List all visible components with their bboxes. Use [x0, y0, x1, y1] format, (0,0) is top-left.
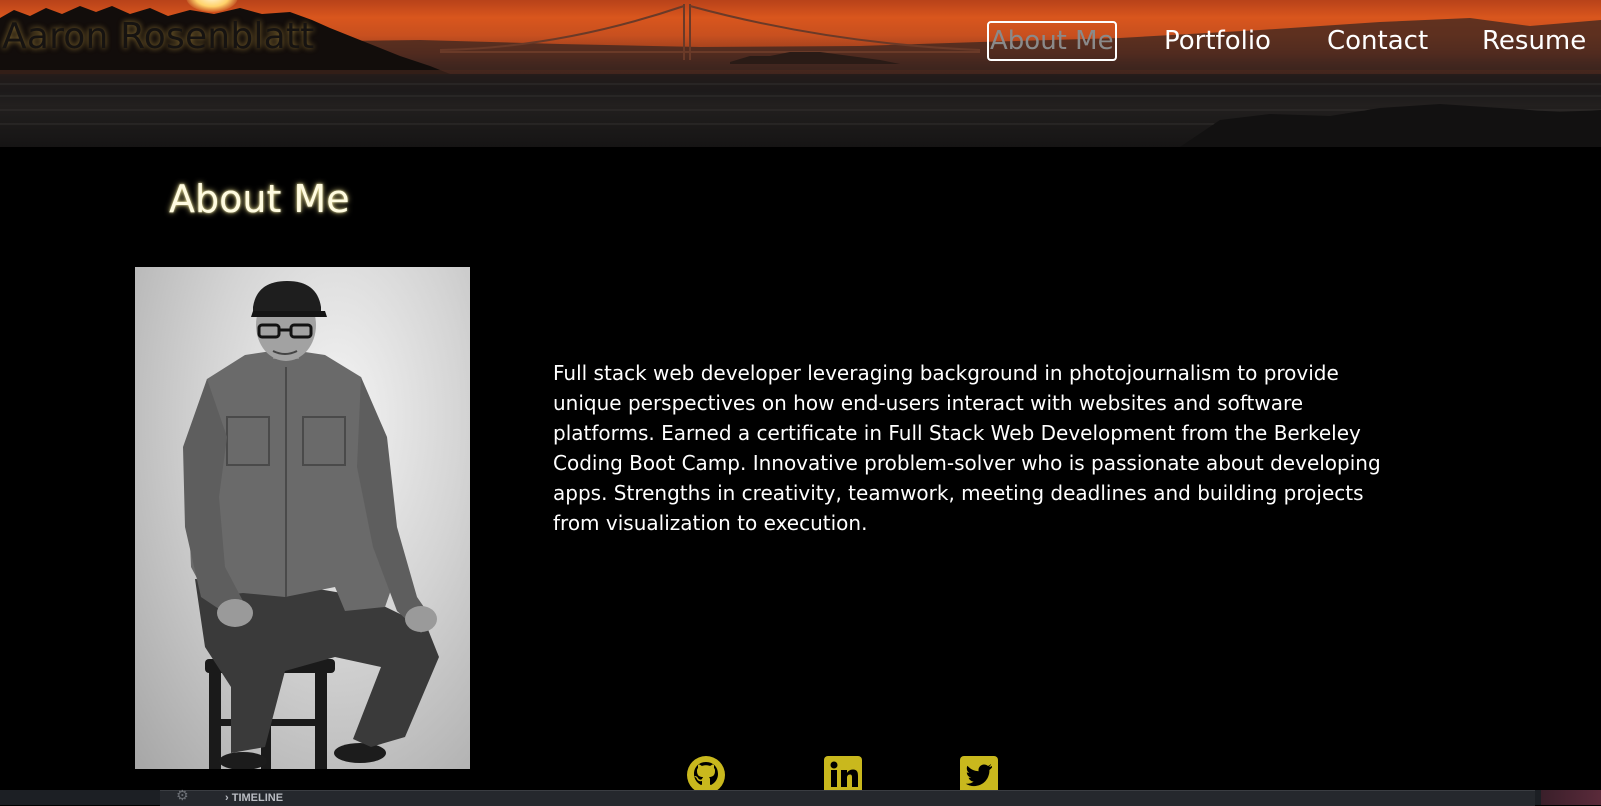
linkedin-icon [824, 756, 862, 794]
gear-icon: ⚙ [176, 788, 189, 804]
header-banner: Aaron Rosenblatt About Me Portfolio Cont… [0, 0, 1601, 147]
nav-link-portfolio[interactable]: Portfolio [1164, 21, 1271, 61]
linkedin-link[interactable] [823, 755, 863, 795]
window-edge [1541, 790, 1601, 805]
github-link[interactable] [686, 755, 726, 795]
timeline-panel [160, 790, 1535, 806]
bio-paragraph: Full stack web developer leveraging back… [553, 361, 1381, 535]
timeline-panel-label[interactable]: › TIMELINE [225, 792, 283, 804]
page-title: About Me [169, 177, 350, 221]
underlying-window-strip: ⚙ › TIMELINE [0, 788, 1601, 806]
nav-link-resume[interactable]: Resume [1482, 21, 1586, 61]
profile-photo [135, 267, 470, 769]
twitter-link[interactable] [959, 755, 999, 795]
twitter-icon [960, 756, 998, 794]
main-nav: About Me Portfolio Contact Resume [0, 21, 1601, 63]
nav-link-about-me[interactable]: About Me [987, 21, 1117, 61]
portrait-illustration [183, 281, 439, 769]
nav-link-contact[interactable]: Contact [1327, 21, 1428, 61]
github-icon [687, 756, 725, 794]
